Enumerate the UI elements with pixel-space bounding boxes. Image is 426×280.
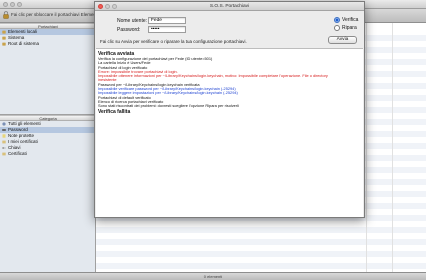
window-titlebar[interactable]: S.O.S. Portachiavi [95,2,364,11]
category-label: Note protette [8,133,35,138]
close-window-icon[interactable] [3,2,8,7]
category-label: Tutti gli elementi [8,121,41,126]
password-field[interactable]: ••••• [148,26,186,33]
log-line-error: Impossibile ottenere informazioni per ~/… [98,73,328,79]
start-button[interactable]: Avvia [328,36,357,44]
password-label: Password: [117,27,141,33]
close-window-icon[interactable] [98,4,103,9]
items-count: 0 elementi [203,274,223,279]
results-log[interactable]: Verifica avviata Verifica la configurazi… [96,48,363,217]
unlock-hint: Fai clic per sbloccare il portachiavi El… [11,12,99,17]
column-separator [366,23,367,272]
category-label: I miei certificati [8,139,38,144]
keychain-label: Root di sistema [8,41,40,46]
zoom-window-icon[interactable] [112,4,117,9]
minimize-window-icon[interactable] [10,2,15,7]
verify-radio[interactable] [334,17,340,23]
category-label: Chiavi [8,145,21,150]
category-item-certificates[interactable]: Certificati [0,151,96,157]
category-label: Certificati [8,151,27,156]
repair-label[interactable]: Ripara [342,25,357,31]
log-line: Verifica fallita [98,108,131,115]
note-icon [2,134,6,138]
window-title: S.O.S. Portachiavi [209,4,250,9]
keychain-label: Sistema [8,35,25,40]
lock-icon[interactable] [3,11,9,19]
all-items-icon [2,122,6,126]
keychain-first-aid-window: S.O.S. Portachiavi Nome utente: Fede Pas… [94,1,365,218]
verify-label[interactable]: Verifica [342,17,358,23]
username-field[interactable]: Fede [148,17,186,24]
minimize-window-icon[interactable] [105,4,110,9]
column-separator [392,23,393,272]
repair-radio[interactable] [334,25,340,31]
keychain-icon [2,42,6,46]
certificate-icon [2,152,6,156]
status-bar: 0 elementi [0,272,426,280]
keychain-icon [2,36,6,40]
username-label: Nome utente: [117,18,148,24]
zoom-window-icon[interactable] [17,2,22,7]
keychain-item-root[interactable]: Root di sistema [0,41,96,47]
certificate-icon [2,140,6,144]
keychain-icon [2,30,6,34]
password-icon [2,128,6,132]
category-label: Password [8,127,28,132]
key-icon [2,146,6,150]
instruction-text: Fai clic su Avvia per verificare o ripar… [100,39,247,44]
keychain-label: Elementi locali [8,29,38,34]
sidebar: Portachiavi Elementi locali Sistema Root… [0,23,96,272]
